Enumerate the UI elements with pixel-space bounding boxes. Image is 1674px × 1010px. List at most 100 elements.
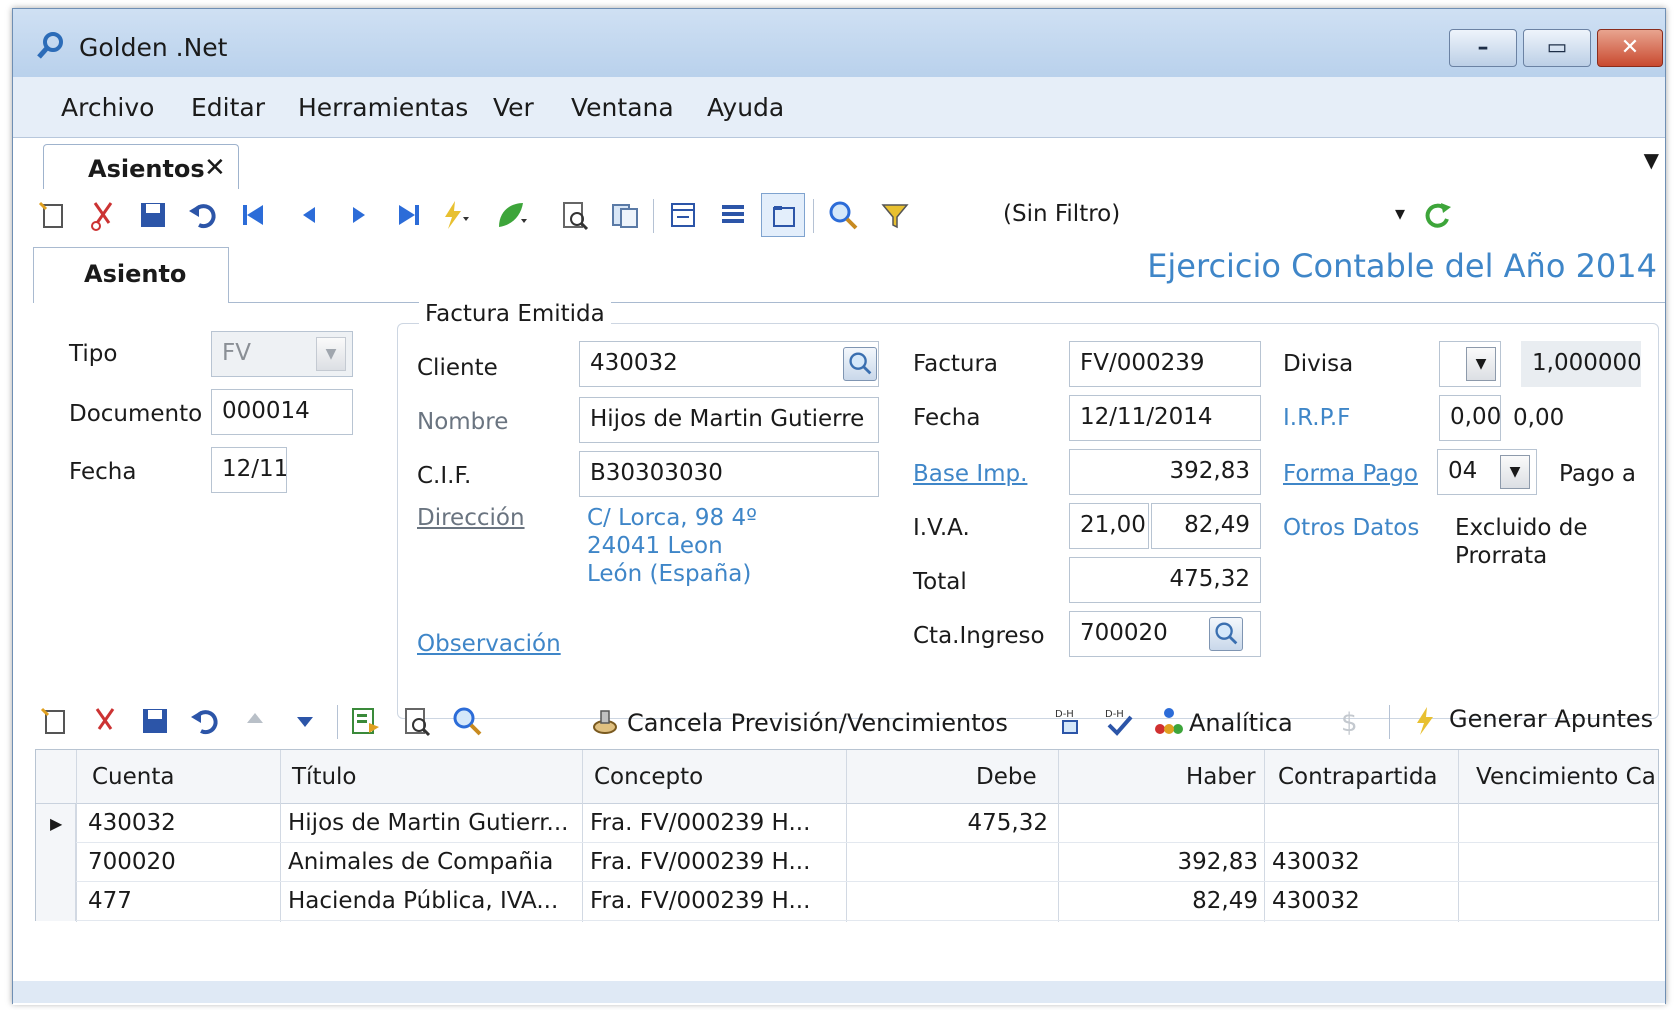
last-record-icon[interactable] xyxy=(393,199,425,231)
next-record-icon[interactable] xyxy=(343,199,375,231)
direccion-label[interactable]: Dirección xyxy=(417,505,525,531)
new-record-icon[interactable] xyxy=(37,199,69,231)
col-contrapartida[interactable]: Contrapartida xyxy=(1278,764,1438,790)
cell-contrapartida: 430032 xyxy=(1272,849,1360,875)
filter-icon[interactable] xyxy=(879,199,911,231)
menu-herramientas[interactable]: Herramientas xyxy=(298,93,468,122)
row-selector[interactable] xyxy=(36,882,76,921)
nombre-label: Nombre xyxy=(417,409,509,435)
generar-apuntes-button[interactable]: Generar Apuntes xyxy=(1449,705,1653,733)
tipo-value: FV xyxy=(222,340,251,366)
lightning-action-icon[interactable] xyxy=(437,199,469,231)
otros-datos-link[interactable]: Otros Datos xyxy=(1283,515,1419,541)
minimize-button[interactable]: – xyxy=(1449,29,1517,67)
menu-bar: Archivo Editar Herramientas Ver Ventana … xyxy=(13,77,1665,137)
direccion-line-2[interactable]: 24041 Leon xyxy=(587,533,723,559)
fecha-factura-field[interactable]: 12/11/2014 xyxy=(1069,395,1261,441)
forma-pago-value: 04 xyxy=(1448,458,1478,484)
print-preview-icon[interactable] xyxy=(559,199,591,231)
menu-ayuda[interactable]: Ayuda xyxy=(707,93,784,122)
generate-lightning-icon[interactable] xyxy=(1409,705,1441,737)
forma-pago-link[interactable]: Forma Pago xyxy=(1283,461,1418,487)
close-tab-icon[interactable]: ✕ xyxy=(204,153,226,183)
save-icon[interactable] xyxy=(137,199,169,231)
cut-icon[interactable] xyxy=(87,199,119,231)
single-view-toggle[interactable] xyxy=(761,193,805,237)
copy-records-icon[interactable] xyxy=(609,199,641,231)
irpf-link[interactable]: I.R.P.F xyxy=(1283,405,1350,431)
direccion-line-1[interactable]: C/ Lorca, 98 4º xyxy=(587,505,757,531)
direccion-line-3[interactable]: León (España) xyxy=(587,561,751,587)
documento-field[interactable]: 000014 xyxy=(211,389,353,435)
col-cuenta[interactable]: Cuenta xyxy=(92,764,174,790)
observacion-link[interactable]: Observación xyxy=(417,631,561,657)
cta-ingreso-search-icon[interactable] xyxy=(1209,617,1243,651)
col-haber[interactable]: Haber xyxy=(1186,764,1256,790)
menu-ventana[interactable]: Ventana xyxy=(571,93,674,122)
cif-field[interactable]: B30303030 xyxy=(579,451,879,497)
svg-text:$: $ xyxy=(1341,708,1358,737)
tab-asiento[interactable]: Asiento xyxy=(33,247,229,303)
menu-ver[interactable]: Ver xyxy=(493,93,534,122)
col-concepto[interactable]: Concepto xyxy=(594,764,703,790)
cell-concepto: Fra. FV/000239 H... xyxy=(590,810,811,836)
cliente-field[interactable]: 430032 xyxy=(579,341,879,387)
search-icon[interactable] xyxy=(827,199,859,231)
base-imp-field[interactable]: 392,83 xyxy=(1069,449,1261,495)
new-line-icon[interactable] xyxy=(39,705,71,737)
document-tabstrip: Asientos ✕ ▼ xyxy=(13,137,1665,192)
cancel-forecast-icon[interactable] xyxy=(589,705,621,737)
menu-editar[interactable]: Editar xyxy=(191,93,265,122)
move-down-icon[interactable] xyxy=(289,705,321,737)
debit-haber-check-icon[interactable]: D-H xyxy=(1103,705,1135,737)
analitica-icon[interactable] xyxy=(1153,705,1185,737)
col-debe[interactable]: Debe xyxy=(976,764,1037,790)
nombre-field[interactable]: Hijos de Martin Gutierre xyxy=(579,397,879,443)
col-titulo[interactable]: Título xyxy=(292,764,357,790)
base-imp-link[interactable]: Base Imp. xyxy=(913,461,1027,487)
leaf-action-icon[interactable] xyxy=(495,199,527,231)
divisa-select[interactable]: ▼ xyxy=(1439,341,1501,387)
irpf-pct-field[interactable]: 0,00 xyxy=(1439,395,1501,441)
row-selector[interactable]: ▶ xyxy=(36,804,76,843)
grid-view-icon[interactable] xyxy=(717,199,749,231)
maximize-button[interactable]: ▭ xyxy=(1523,29,1591,67)
factura-field[interactable]: FV/000239 xyxy=(1069,341,1261,387)
cut-line-icon[interactable] xyxy=(89,705,121,737)
minimize-icon: – xyxy=(1477,35,1489,60)
analitica-button[interactable]: Analítica xyxy=(1189,709,1293,737)
previous-record-icon[interactable] xyxy=(293,199,325,231)
menu-archivo[interactable]: Archivo xyxy=(61,93,154,122)
tab-list-dropdown-icon[interactable]: ▼ xyxy=(1644,148,1659,172)
preview-line-icon[interactable] xyxy=(401,705,433,737)
iva-pct-field[interactable]: 21,00 xyxy=(1069,503,1149,549)
tipo-select[interactable]: FV ▼ xyxy=(211,331,353,377)
forma-pago-select[interactable]: 04 ▼ xyxy=(1437,449,1537,495)
iva-value-field[interactable]: 82,49 xyxy=(1151,503,1261,549)
col-vencimiento[interactable]: Vencimiento Ca xyxy=(1476,764,1656,790)
table-row[interactable]: 700020 Animales de Compañia Fra. FV/0002… xyxy=(36,843,1658,882)
otros-line-2: Prorrata xyxy=(1455,543,1548,569)
cancela-prevision-button[interactable]: Cancela Previsión/Vencimientos xyxy=(627,709,1008,737)
search-line-icon[interactable] xyxy=(451,705,483,737)
first-record-icon[interactable] xyxy=(237,199,269,231)
refresh-icon[interactable] xyxy=(1421,199,1453,231)
filter-select[interactable]: (Sin Filtro) xyxy=(1003,201,1120,227)
move-up-icon[interactable] xyxy=(239,705,271,737)
save-line-icon[interactable] xyxy=(139,705,171,737)
undo-icon[interactable] xyxy=(187,199,219,231)
tab-asientos[interactable]: Asientos ✕ xyxy=(43,144,239,192)
row-selector[interactable] xyxy=(36,843,76,882)
cliente-search-icon[interactable] xyxy=(843,347,877,381)
table-row[interactable]: ▶ 430032 Hijos de Martin Gutierr... Fra.… xyxy=(36,804,1658,843)
undo-line-icon[interactable] xyxy=(189,705,221,737)
filter-dropdown-icon[interactable]: ▾ xyxy=(1395,201,1405,225)
fecha-field[interactable]: 12/11 xyxy=(211,447,287,493)
debit-haber-add-icon[interactable]: D-H xyxy=(1053,705,1085,737)
table-row[interactable]: 477 Hacienda Pública, IVA... Fra. FV/000… xyxy=(36,882,1658,921)
documento-label: Documento xyxy=(69,401,203,427)
form-view-icon[interactable] xyxy=(667,199,699,231)
close-window-button[interactable]: ✕ xyxy=(1597,29,1663,67)
export-excel-icon[interactable] xyxy=(349,705,381,737)
total-field[interactable]: 475,32 xyxy=(1069,557,1261,603)
